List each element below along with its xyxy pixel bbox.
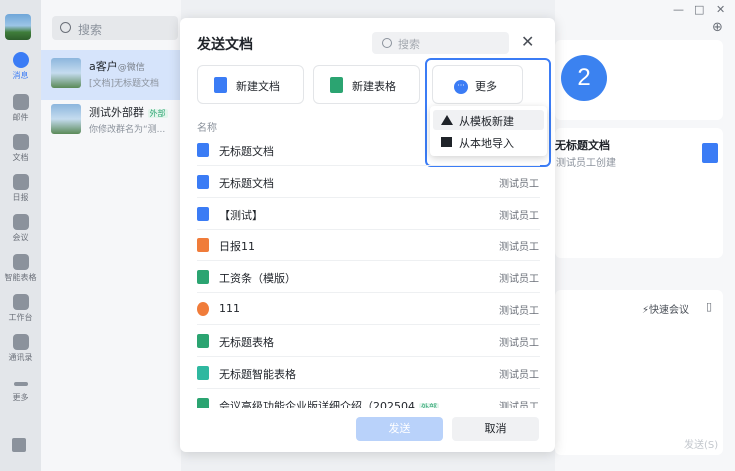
conversation-name: a客户 xyxy=(89,60,118,73)
more-button[interactable]: ··· 更多 xyxy=(432,65,523,104)
rail-item-more[interactable]: 更多 xyxy=(0,376,41,403)
daily-report-icon xyxy=(197,238,209,252)
sheet-icon xyxy=(197,334,209,348)
dialog-search-input[interactable]: 搜索 xyxy=(372,32,509,54)
new-doc-button[interactable]: 新建文档 xyxy=(197,65,304,104)
workbench-icon xyxy=(12,294,29,310)
meeting-icon xyxy=(12,214,29,230)
conversation-name: 测试外部群 xyxy=(89,106,144,119)
column-header-name: 名称 xyxy=(197,123,217,134)
conv-search-input[interactable]: 搜索 xyxy=(52,16,178,40)
sheet-icon xyxy=(197,398,209,408)
minimize-icon[interactable]: — xyxy=(673,3,684,16)
table-row[interactable]: 会议高级功能企业版详细介绍（202504 外部 测试员工 xyxy=(197,390,540,408)
menu-item-from-template[interactable]: 从模板新建 xyxy=(433,110,544,130)
search-icon xyxy=(60,22,71,33)
more-icon: ··· xyxy=(454,80,468,94)
rail-item-daily[interactable]: 日报 xyxy=(0,174,41,203)
close-icon[interactable]: ✕ xyxy=(521,32,534,51)
rail-item-workbench[interactable]: 工作台 xyxy=(0,294,41,323)
table-row[interactable]: 无标题文档 xyxy=(197,135,540,166)
close-window-icon[interactable]: ✕ xyxy=(716,3,725,16)
table-row[interactable]: 日报11 测试员工 xyxy=(197,230,540,261)
send-shortcut-button[interactable]: 发送(S) xyxy=(684,436,718,451)
new-sheet-button[interactable]: 新建表格 xyxy=(313,65,420,104)
rail-item-meeting[interactable]: 会议 xyxy=(0,214,41,243)
dialog-title: 发送文档 xyxy=(197,37,253,53)
external-tag: 外部 xyxy=(419,403,439,408)
chat-icon xyxy=(12,52,29,68)
smart-table-icon xyxy=(12,254,29,270)
table-row[interactable]: 111 测试员工 xyxy=(197,294,540,325)
rail-item-contacts[interactable]: 通讯录 xyxy=(0,334,41,363)
step-badge: 2 xyxy=(561,55,607,101)
doc-card-subtitle: 测试员工创建 xyxy=(556,158,616,169)
send-button[interactable]: 发送 xyxy=(356,417,443,441)
table-row[interactable]: 工资条（模版） 测试员工 xyxy=(197,262,540,293)
contacts-icon xyxy=(12,334,29,350)
conversation-suffix: @微信 xyxy=(117,63,145,73)
quick-meeting-label: 快速会议 xyxy=(649,305,690,316)
doc-icon xyxy=(197,207,209,221)
table-row[interactable]: 无标题智能表格 测试员工 xyxy=(197,358,540,389)
conversation-avatar xyxy=(51,104,81,134)
send-document-dialog: 发送文档 搜索 ✕ 新建文档 新建表格 ··· 更多 从模板新建 从本地导入 名… xyxy=(180,18,555,452)
conversation-avatar xyxy=(51,58,81,88)
doc-icon xyxy=(12,134,29,150)
search-icon xyxy=(382,38,392,48)
table-row[interactable]: 无标题表格 测试员工 xyxy=(197,326,540,357)
table-row[interactable]: 【测试】 测试员工 xyxy=(197,199,540,230)
input-area[interactable] xyxy=(555,290,723,455)
conversation-item[interactable]: a客户@微信 [文档]无标题文档 xyxy=(41,50,181,100)
conversation-item[interactable]: 测试外部群 外部 你修改群名为“测... xyxy=(41,96,181,146)
doc-card-title: 无标题文档 xyxy=(555,139,610,152)
doc-icon xyxy=(197,143,209,157)
cancel-button[interactable]: 取消 xyxy=(452,417,539,441)
more-icon xyxy=(13,382,28,386)
rail-item-docs[interactable]: 文档 xyxy=(0,134,41,163)
rail-item-mail[interactable]: 邮件 xyxy=(0,94,41,123)
settings-icon[interactable] xyxy=(12,438,26,452)
rail-item-messages[interactable]: 消息 xyxy=(0,52,41,81)
sheet-icon xyxy=(197,270,209,284)
rail-item-smart-table[interactable]: 智能表格 xyxy=(0,254,41,283)
panel-icon[interactable]: ▯ xyxy=(706,300,712,313)
add-member-icon[interactable]: ⊕ xyxy=(712,20,723,35)
conversation-snippet: [文档]无标题文档 xyxy=(89,79,160,89)
row-name: 会议高级功能企业版详细介绍（202504 xyxy=(219,400,415,408)
template-icon xyxy=(441,115,453,125)
external-tag: 外部 xyxy=(147,109,168,118)
user-avatar[interactable] xyxy=(5,14,31,40)
doc-icon xyxy=(214,77,227,93)
quick-meeting-button[interactable]: ⚡快速会议 xyxy=(642,301,689,316)
calendar-icon xyxy=(12,174,29,190)
conversation-snippet: 你修改群名为“测... xyxy=(89,125,166,135)
form-icon xyxy=(197,302,209,316)
maximize-icon[interactable]: □ xyxy=(694,3,704,16)
mail-icon xyxy=(12,94,29,110)
doc-icon xyxy=(197,175,209,189)
table-row[interactable]: 无标题文档 测试员工 xyxy=(197,167,540,198)
doc-icon xyxy=(702,143,718,163)
smart-table-icon xyxy=(197,366,209,380)
sheet-icon xyxy=(330,77,343,93)
